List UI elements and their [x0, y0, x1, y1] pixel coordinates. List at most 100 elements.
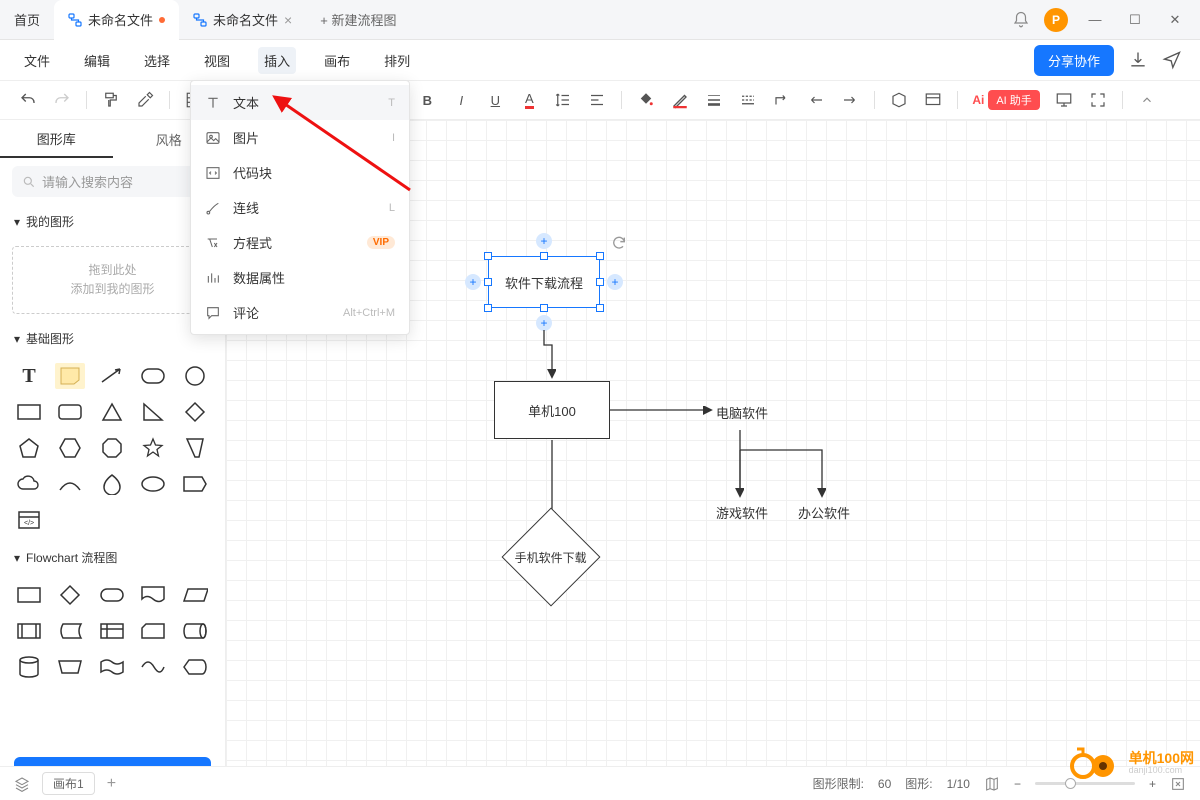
add-handle-right[interactable]: +	[607, 274, 623, 290]
shape-note[interactable]	[55, 363, 85, 389]
fill-color-icon[interactable]	[636, 90, 656, 110]
add-handle-bottom[interactable]: +	[536, 315, 552, 331]
page-selector[interactable]: 画布1	[42, 772, 95, 795]
shape-drop[interactable]	[97, 471, 127, 497]
shape-fc-database[interactable]	[14, 654, 44, 680]
shape-fc-process[interactable]	[14, 582, 44, 608]
shape-fc-tape[interactable]	[97, 654, 127, 680]
menu-select[interactable]: 选择	[138, 47, 176, 74]
bell-icon[interactable]	[1012, 11, 1030, 29]
line-style-icon[interactable]	[738, 90, 758, 110]
section-my-shapes[interactable]: ▾我的图形	[14, 213, 211, 230]
shape-roundrect2[interactable]	[55, 399, 85, 425]
add-handle-top[interactable]: +	[536, 233, 552, 249]
shape-fc-manual[interactable]	[55, 654, 85, 680]
align-icon[interactable]	[587, 90, 607, 110]
tab-file-2[interactable]: 未命名文件 ×	[179, 0, 306, 40]
menu-edit[interactable]: 编辑	[78, 47, 116, 74]
shape-ellipse[interactable]	[138, 471, 168, 497]
close-window-button[interactable]: ✕	[1162, 12, 1188, 28]
chevron-up-icon[interactable]	[1137, 90, 1157, 110]
section-flowchart[interactable]: ▾Flowchart 流程图	[14, 549, 211, 566]
shape-star[interactable]	[138, 435, 168, 461]
dropdown-item-image[interactable]: 图片I	[191, 120, 409, 155]
shape-fc-internal[interactable]	[97, 618, 127, 644]
shape-fc-card[interactable]	[138, 618, 168, 644]
shape-pentagon[interactable]	[14, 435, 44, 461]
shape-fc-data[interactable]	[180, 582, 210, 608]
shape-fc-predef[interactable]	[14, 618, 44, 644]
template-icon[interactable]	[923, 90, 943, 110]
menu-insert[interactable]: 插入	[258, 47, 296, 74]
node-title[interactable]: 软件下载流程 + + + +	[488, 256, 600, 308]
share-button[interactable]: 分享协作	[1034, 45, 1114, 76]
shape-roundrect[interactable]	[138, 363, 168, 389]
download-icon[interactable]	[1128, 50, 1148, 70]
node-danji[interactable]: 单机100	[494, 381, 610, 439]
arrow-start-icon[interactable]	[806, 90, 826, 110]
italic-icon[interactable]: I	[451, 90, 471, 110]
shape-fc-wave[interactable]	[138, 654, 168, 680]
avatar[interactable]: P	[1044, 8, 1068, 32]
maximize-button[interactable]: ☐	[1122, 12, 1148, 28]
line-height-icon[interactable]	[553, 90, 573, 110]
connector-icon[interactable]	[772, 90, 792, 110]
section-basic-shapes[interactable]: ▾基础图形	[14, 330, 211, 347]
shape-fc-stored[interactable]	[55, 618, 85, 644]
dropdown-item-data-attr[interactable]: 数据属性	[191, 260, 409, 295]
menu-canvas[interactable]: 画布	[318, 47, 356, 74]
shape-hexagon[interactable]	[55, 435, 85, 461]
shape-rect[interactable]	[14, 399, 44, 425]
arrow-end-icon[interactable]	[840, 90, 860, 110]
theme-icon[interactable]	[889, 90, 909, 110]
shape-fc-display[interactable]	[180, 654, 210, 680]
dropdown-item-text[interactable]: 文本T	[191, 85, 409, 120]
tab-home[interactable]: 首页	[0, 0, 54, 40]
dropdown-item-comment[interactable]: 评论Alt+Ctrl+M	[191, 295, 409, 330]
drop-zone[interactable]: 拖到此处 添加到我的图形	[12, 246, 213, 314]
text-color-icon[interactable]: A	[519, 90, 539, 110]
redo-icon[interactable]	[52, 90, 72, 110]
add-handle-left[interactable]: +	[465, 274, 481, 290]
tab-new[interactable]: + 新建流程图	[306, 0, 410, 40]
shape-html[interactable]: </>	[14, 507, 44, 533]
shape-shield[interactable]	[180, 435, 210, 461]
shape-fc-terminator[interactable]	[97, 582, 127, 608]
shape-display[interactable]	[180, 471, 210, 497]
node-office-label[interactable]: 办公软件	[798, 503, 850, 522]
underline-icon[interactable]: U	[485, 90, 505, 110]
dropdown-item-code[interactable]: 代码块	[191, 155, 409, 190]
format-painter-icon[interactable]	[101, 90, 121, 110]
search-input[interactable]: 请输入搜索内容	[12, 166, 213, 197]
shape-cloud[interactable]	[14, 471, 44, 497]
line-width-icon[interactable]	[704, 90, 724, 110]
send-icon[interactable]	[1162, 50, 1182, 70]
layers-icon[interactable]	[14, 776, 30, 792]
rotate-handle-icon[interactable]	[611, 235, 627, 251]
shape-circle[interactable]	[180, 363, 210, 389]
ai-assistant-button[interactable]: Ai AI 助手	[972, 90, 1039, 110]
node-pc-label[interactable]: 电脑软件	[716, 403, 768, 422]
add-page-button[interactable]: +	[107, 775, 116, 793]
dropdown-item-line[interactable]: 连线L	[191, 190, 409, 225]
shape-fc-directdata[interactable]	[180, 618, 210, 644]
presentation-icon[interactable]	[1054, 90, 1074, 110]
shape-fc-document[interactable]	[138, 582, 168, 608]
zoom-slider[interactable]	[1035, 782, 1135, 785]
menu-view[interactable]: 视图	[198, 47, 236, 74]
bold-icon[interactable]: B	[417, 90, 437, 110]
minimize-button[interactable]: —	[1082, 12, 1108, 27]
shape-right-triangle[interactable]	[138, 399, 168, 425]
sidebar-tab-shapes[interactable]: 图形库	[0, 120, 113, 158]
shape-octagon[interactable]	[97, 435, 127, 461]
shape-text[interactable]: T	[14, 363, 44, 389]
tab-file-1[interactable]: 未命名文件	[54, 0, 179, 40]
fullscreen-icon[interactable]	[1088, 90, 1108, 110]
shape-arc[interactable]	[55, 471, 85, 497]
dropdown-item-equation[interactable]: 方程式VIP	[191, 225, 409, 260]
menu-file[interactable]: 文件	[18, 47, 56, 74]
node-game-label[interactable]: 游戏软件	[716, 503, 768, 522]
shape-diamond[interactable]	[180, 399, 210, 425]
stroke-color-icon[interactable]	[670, 90, 690, 110]
minimap-icon[interactable]	[984, 776, 1000, 792]
